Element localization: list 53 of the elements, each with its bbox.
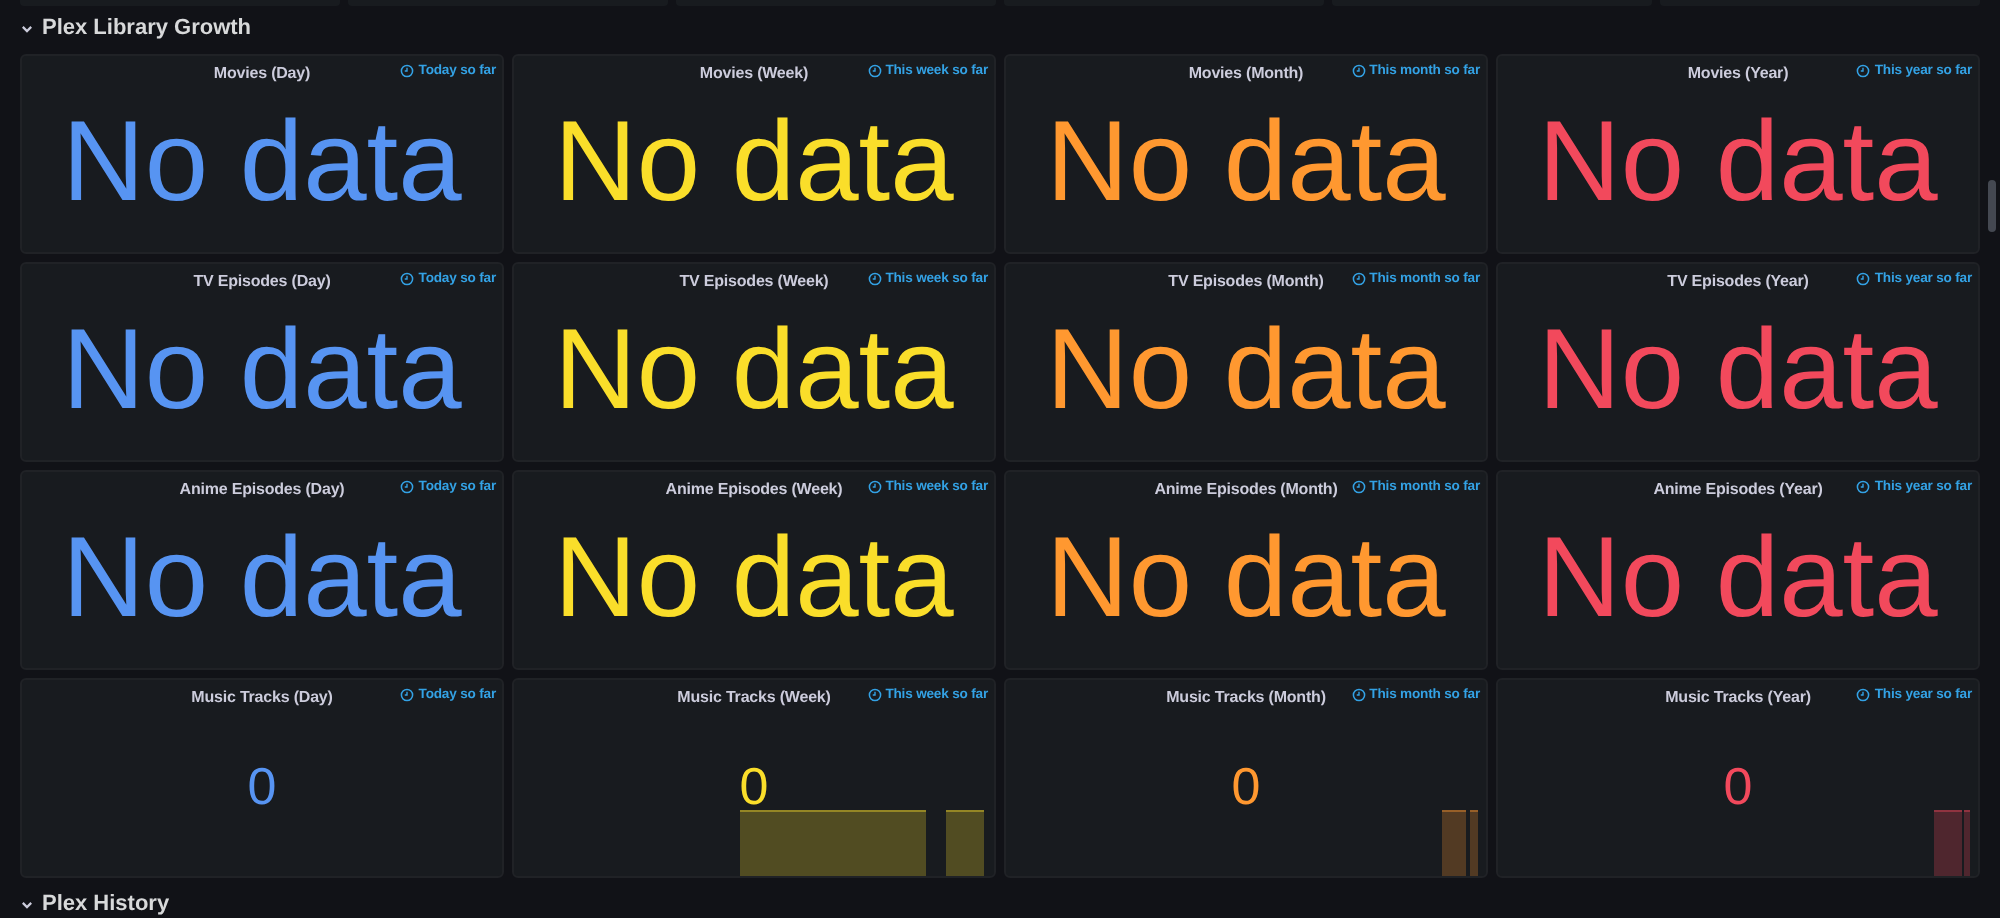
stat-value: No data xyxy=(554,521,954,635)
stat-value: No data xyxy=(554,105,954,219)
clock-icon xyxy=(1857,480,1871,494)
panel-title: TV Episodes (Year) xyxy=(1667,271,1809,289)
clock-icon xyxy=(401,64,414,78)
clock-icon xyxy=(868,272,881,286)
stat-value: No data xyxy=(1046,105,1446,219)
stat-value: 0 xyxy=(739,755,769,817)
stat-value: No data xyxy=(1538,521,1938,635)
stat-value: 0 xyxy=(1231,755,1261,817)
panel-title: Movies (Week) xyxy=(699,63,809,81)
stat-value: No data xyxy=(1046,313,1446,427)
clock-icon xyxy=(401,688,414,702)
stat-value: 0 xyxy=(247,755,277,817)
clock-icon xyxy=(868,688,881,702)
panel-title: Music Tracks (Day) xyxy=(191,687,333,705)
clock-icon xyxy=(868,480,881,494)
panel-title: Movies (Month) xyxy=(1188,63,1304,81)
panel-title: TV Episodes (Week) xyxy=(679,271,829,289)
clock-icon xyxy=(1857,688,1871,702)
clock-icon xyxy=(1351,64,1365,78)
panel-title: Music Tracks (Week) xyxy=(677,687,831,705)
stat-value: No data xyxy=(1046,521,1446,635)
panel-title: Anime Episodes (Year) xyxy=(1653,479,1823,497)
clock-icon xyxy=(1857,272,1871,286)
clock-icon xyxy=(1857,64,1871,78)
clock-icon xyxy=(401,272,414,286)
clock-icon xyxy=(868,64,881,78)
clock-icon xyxy=(1351,480,1365,494)
stat-value: No data xyxy=(62,105,462,219)
clock-icon xyxy=(1351,272,1365,286)
section-title[interactable]: Plex History xyxy=(42,892,170,916)
panel-title: TV Episodes (Month) xyxy=(1168,271,1324,289)
stat-value: No data xyxy=(554,313,954,427)
stat-value: No data xyxy=(62,313,462,427)
panel-title: Anime Episodes (Month) xyxy=(1154,479,1338,497)
panel-title: TV Episodes (Day) xyxy=(193,271,331,289)
panel-title: Music Tracks (Year) xyxy=(1665,687,1811,705)
clock-icon xyxy=(1351,688,1365,702)
clock-icon xyxy=(401,480,414,494)
panel-title: Movies (Day) xyxy=(213,63,311,81)
stat-value: 0 xyxy=(1723,755,1753,817)
section-title[interactable]: Plex Library Growth xyxy=(42,16,252,40)
stat-value: No data xyxy=(1538,313,1938,427)
chevron-icon[interactable] xyxy=(20,897,34,911)
scrollbar[interactable] xyxy=(1988,180,1996,232)
panel-title: Movies (Year) xyxy=(1687,63,1789,81)
stat-value: No data xyxy=(1538,105,1938,219)
panel-title: Anime Episodes (Day) xyxy=(179,479,345,497)
stat-value: No data xyxy=(62,521,462,635)
panel-title: Music Tracks (Month) xyxy=(1166,687,1326,705)
panel-title: Anime Episodes (Week) xyxy=(665,479,843,497)
chevron-icon[interactable] xyxy=(20,21,34,35)
